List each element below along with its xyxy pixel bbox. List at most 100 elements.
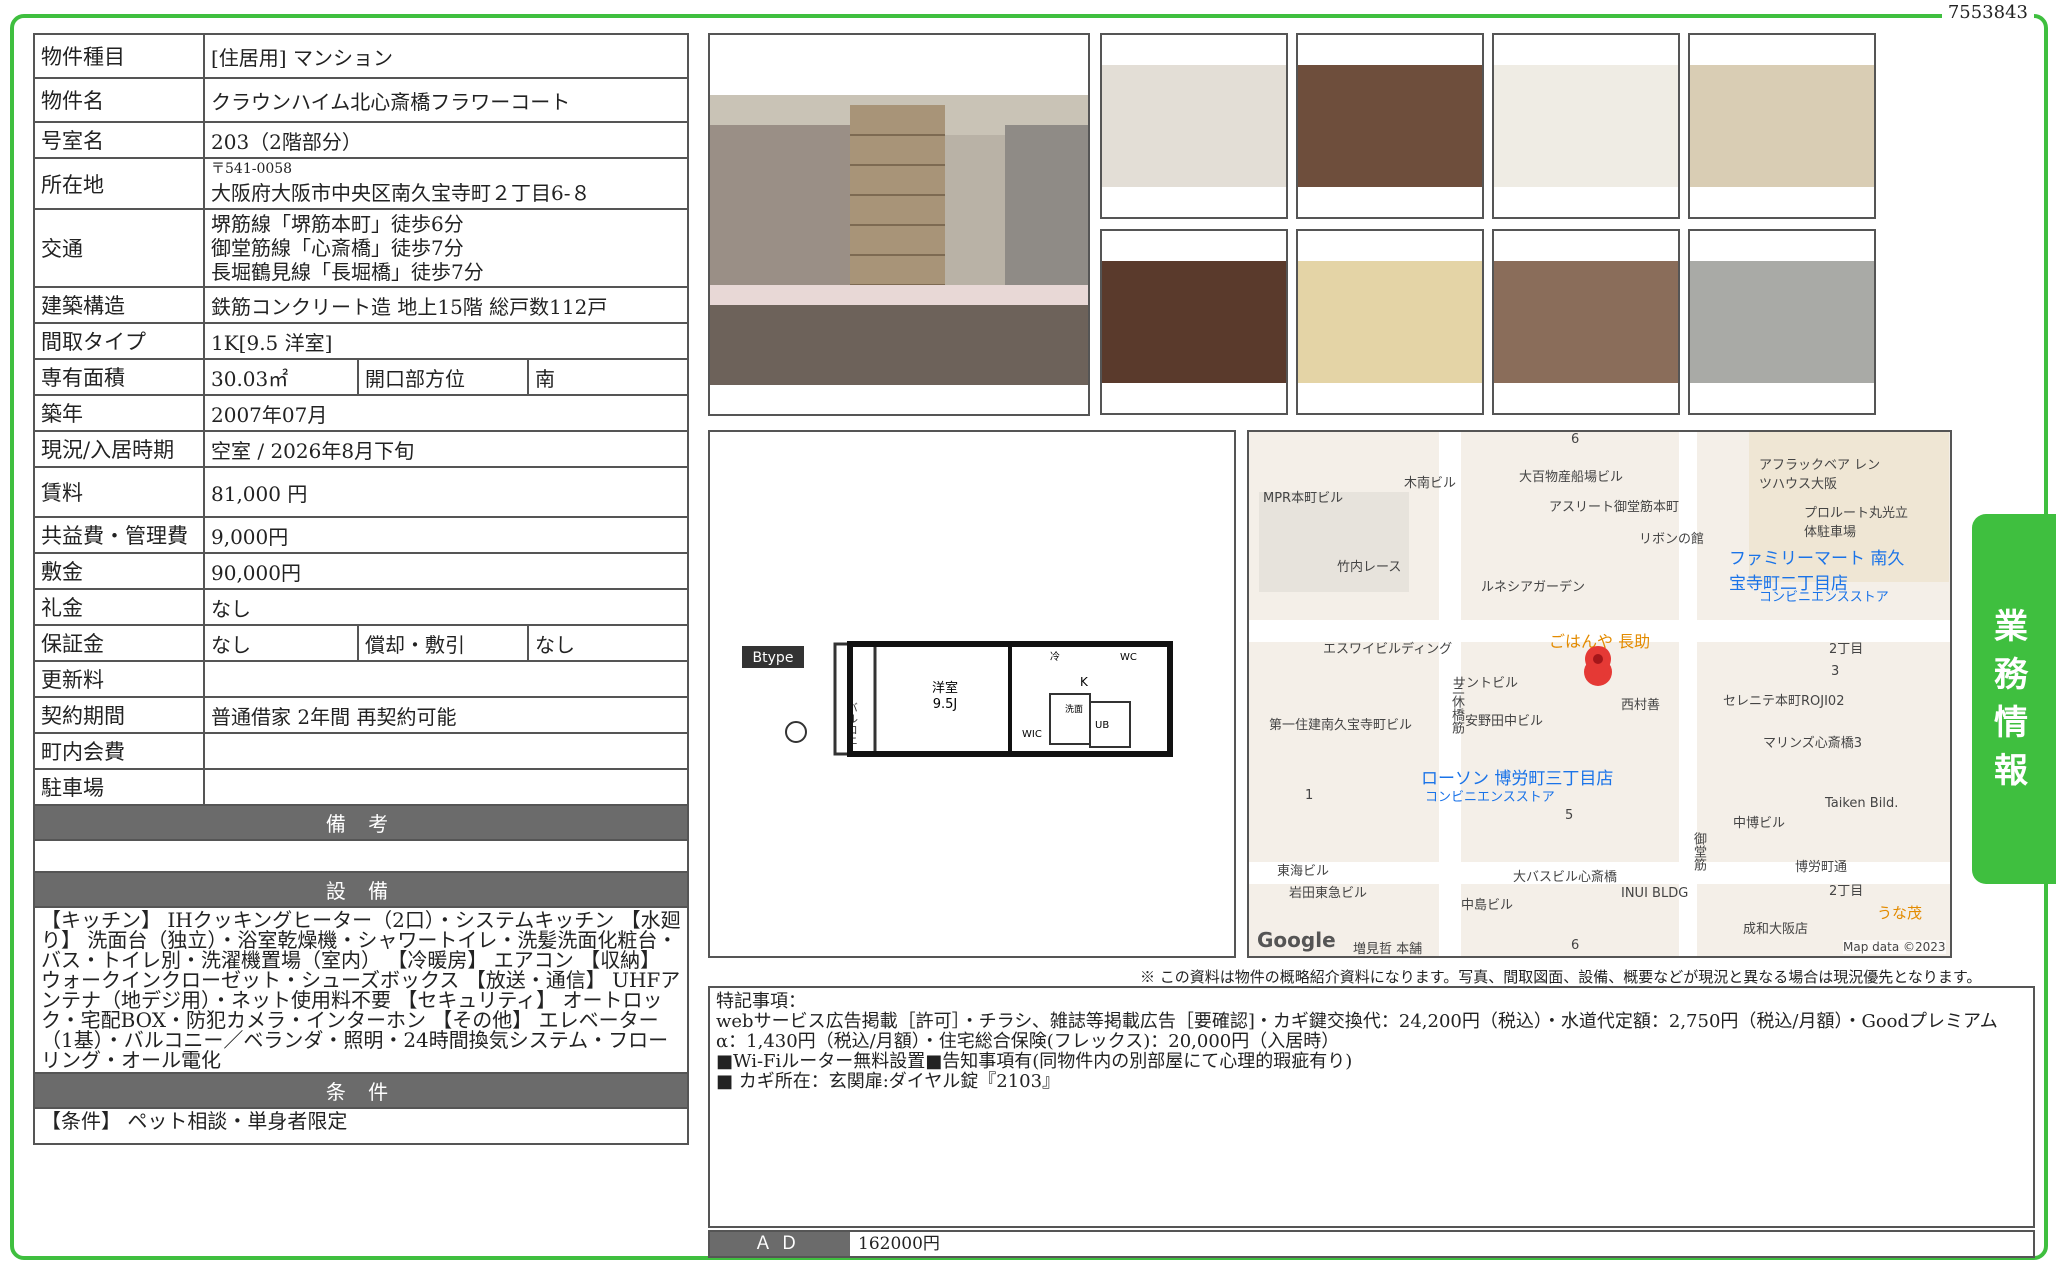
rent-value: 81,000 円 [202, 466, 690, 518]
orientation-label: 開口部方位 [357, 358, 529, 396]
closet-photo-image [1102, 261, 1286, 383]
room-label: 号室名 [33, 121, 205, 159]
floor-plan-drawing: Btype バルコニー 洋室 9.5J K WC UB 洗面 WIC 冷 [742, 641, 1173, 757]
bathroom-photo[interactable] [1492, 33, 1680, 219]
side-tab-char: 業 [1994, 607, 2034, 647]
map-label: 東海ビル [1277, 864, 1330, 879]
building-photo[interactable] [708, 33, 1090, 416]
amortization-value: なし [526, 624, 690, 662]
map-label: 3 [1831, 664, 1840, 679]
map-label: 5 [1565, 808, 1574, 823]
address-label: 所在地 [33, 157, 205, 210]
map-label: 博労町通 [1795, 860, 1848, 875]
location-map[interactable]: MPR本町ビル 木南ビル 大百物産船場ビル アスリート御堂筋本町 リボンの館 ア… [1247, 430, 1952, 958]
ad-row: ＡＤ 162000円 [708, 1230, 2035, 1258]
plan-ub: UB [1095, 720, 1109, 731]
type-label: 物件種目 [33, 33, 205, 79]
map-label: プロルート丸光立体駐車場 [1804, 506, 1909, 540]
map-label: 三休橋筋 [1449, 682, 1464, 734]
renewal-value [202, 660, 690, 698]
business-info-tab[interactable]: 業 務 情 報 [1972, 514, 2056, 884]
map-label: 成和大阪店 [1743, 922, 1809, 937]
side-tab-char: 報 [1994, 751, 2034, 791]
map-attribution: Map data ©2023 [1843, 940, 1946, 954]
structure-value: 鉄筋コンクリート造 地上15階 総戸数112戸 [202, 286, 690, 324]
map-label: 木南ビル [1404, 476, 1457, 491]
plan-kitchen: K [1080, 675, 1089, 689]
fee-label: 共益費・管理費 [33, 516, 205, 554]
special-notes-line: ■ カギ所在：玄関扉:ダイヤル錠『2103』 [716, 1071, 1061, 1092]
orientation-value: 南 [526, 358, 690, 396]
town-fee-label: 町内会費 [33, 732, 205, 770]
map-label: 中島ビル [1461, 898, 1514, 913]
plan-room: 洋室 [932, 680, 958, 696]
built-label: 築年 [33, 394, 205, 432]
floor-plan[interactable]: Btype バルコニー 洋室 9.5J K WC UB 洗面 WIC 冷 [708, 430, 1236, 958]
property-info-table: 物件種目 [住居用] マンション 物件名 クラウンハイム北心斎橋フラワーコート 号室… [32, 33, 690, 1145]
contract-label: 契約期間 [33, 696, 205, 734]
toilet-photo[interactable] [1296, 229, 1484, 415]
document-id: 7553843 [1941, 2, 2034, 23]
status-label: 現況/入居時期 [33, 430, 205, 468]
map-label: ルネシアガーデン [1481, 580, 1586, 595]
map-label: 1 [1305, 788, 1314, 803]
rent-label: 賃料 [33, 466, 205, 518]
zip-code: 〒541-0058 [211, 161, 293, 177]
guarantee-value: なし [203, 624, 359, 662]
key-money-label: 礼金 [33, 588, 205, 626]
town-fee-value [202, 732, 690, 770]
map-label: マリンズ心斎橋3 [1763, 736, 1863, 751]
plan-wc: WC [1120, 652, 1137, 663]
guarantee-label: 保証金 [33, 624, 205, 662]
map-label: 西村善 [1621, 698, 1661, 713]
special-notes-line: ■Wi-Fiルーター無料設置■告知事項有(同物件内の別部屋にて心理的瑕疵有り) [716, 1051, 1353, 1072]
ad-value: 162000円 [858, 1234, 940, 1254]
special-notes-title: 特記事項： [716, 991, 806, 1012]
access-cell: 堺筋線「堺筋本町」徒歩6分 御堂筋線「心斎橋」徒歩7分 長堀鶴見線「長堀橋」徒歩… [202, 208, 690, 288]
type-value: [住居用] マンション [202, 33, 690, 79]
special-notes: 特記事項： webサービス広告掲載［許可］・チラシ、雑誌等掲載広告［要確認]・カ… [708, 986, 2035, 1228]
structure-label: 建築構造 [33, 286, 205, 324]
deposit-value: 90,000円 [202, 552, 690, 590]
built-value: 2007年07月 [202, 394, 690, 432]
renewal-label: 更新料 [33, 660, 205, 698]
map-label: 安野田中ビル [1465, 714, 1544, 729]
contract-value: 普通借家 2年間 再契約可能 [202, 696, 690, 734]
kitchen-photo[interactable] [1296, 33, 1484, 219]
closet-photo[interactable] [1100, 229, 1288, 415]
hallway-photo[interactable] [1688, 33, 1876, 219]
access-label: 交通 [33, 208, 205, 288]
name-label: 物件名 [33, 77, 205, 123]
disclaimer-notice: ※ この資料は物件の概略紹介資料になります。写真、間取図面、設備、概要などが現況… [1140, 968, 1982, 986]
balcony-photo[interactable] [1688, 229, 1876, 415]
map-label: 大百物産船場ビル [1519, 470, 1624, 485]
map-label: 岩田東急ビル [1289, 886, 1368, 901]
washroom-photo-image [1494, 261, 1678, 383]
google-logo: Google [1257, 928, 1336, 952]
location-pin-icon [1585, 646, 1611, 682]
map-label: 6 [1571, 938, 1580, 953]
map-label: アフラックベア レンツハウス大阪 [1759, 458, 1881, 492]
name-value: クラウンハイム北心斎橋フラワーコート [202, 77, 690, 123]
map-label: 6 [1571, 432, 1580, 447]
area-label: 専有面積 [33, 358, 205, 396]
equipment-text: 【キッチン】 IHクッキングヒーター（2口）・システムキッチン 【水廻り】 洗面… [32, 906, 690, 1074]
map-label: アスリート御堂筋本町 [1549, 500, 1680, 515]
access-line: 御堂筋線「心斎橋」徒歩7分 [211, 236, 464, 260]
access-line: 堺筋線「堺筋本町」徒歩6分 [211, 212, 464, 236]
map-label: 2丁目 [1829, 642, 1864, 657]
plan-btype: Btype [753, 650, 794, 666]
parking-value [202, 768, 690, 806]
map-label: 2丁目 [1829, 884, 1864, 899]
room-photo-1[interactable] [1100, 33, 1288, 219]
layout-label: 間取タイプ [33, 322, 205, 360]
amortization-label: 償却・敷引 [357, 624, 529, 662]
conditions-header: 条 件 [32, 1072, 690, 1109]
special-notes-line: webサービス広告掲載［許可］・チラシ、雑誌等掲載広告［要確認]・カギ鍵交換代：… [716, 1011, 1998, 1052]
map-label: リボンの館 [1639, 532, 1705, 547]
layout-value: 1K[9.5 洋室] [202, 322, 690, 360]
plan-fridge: 冷 [1050, 650, 1060, 663]
map-label: エスワイビルディング [1323, 642, 1453, 657]
remarks-value [32, 839, 690, 873]
washroom-photo[interactable] [1492, 229, 1680, 415]
